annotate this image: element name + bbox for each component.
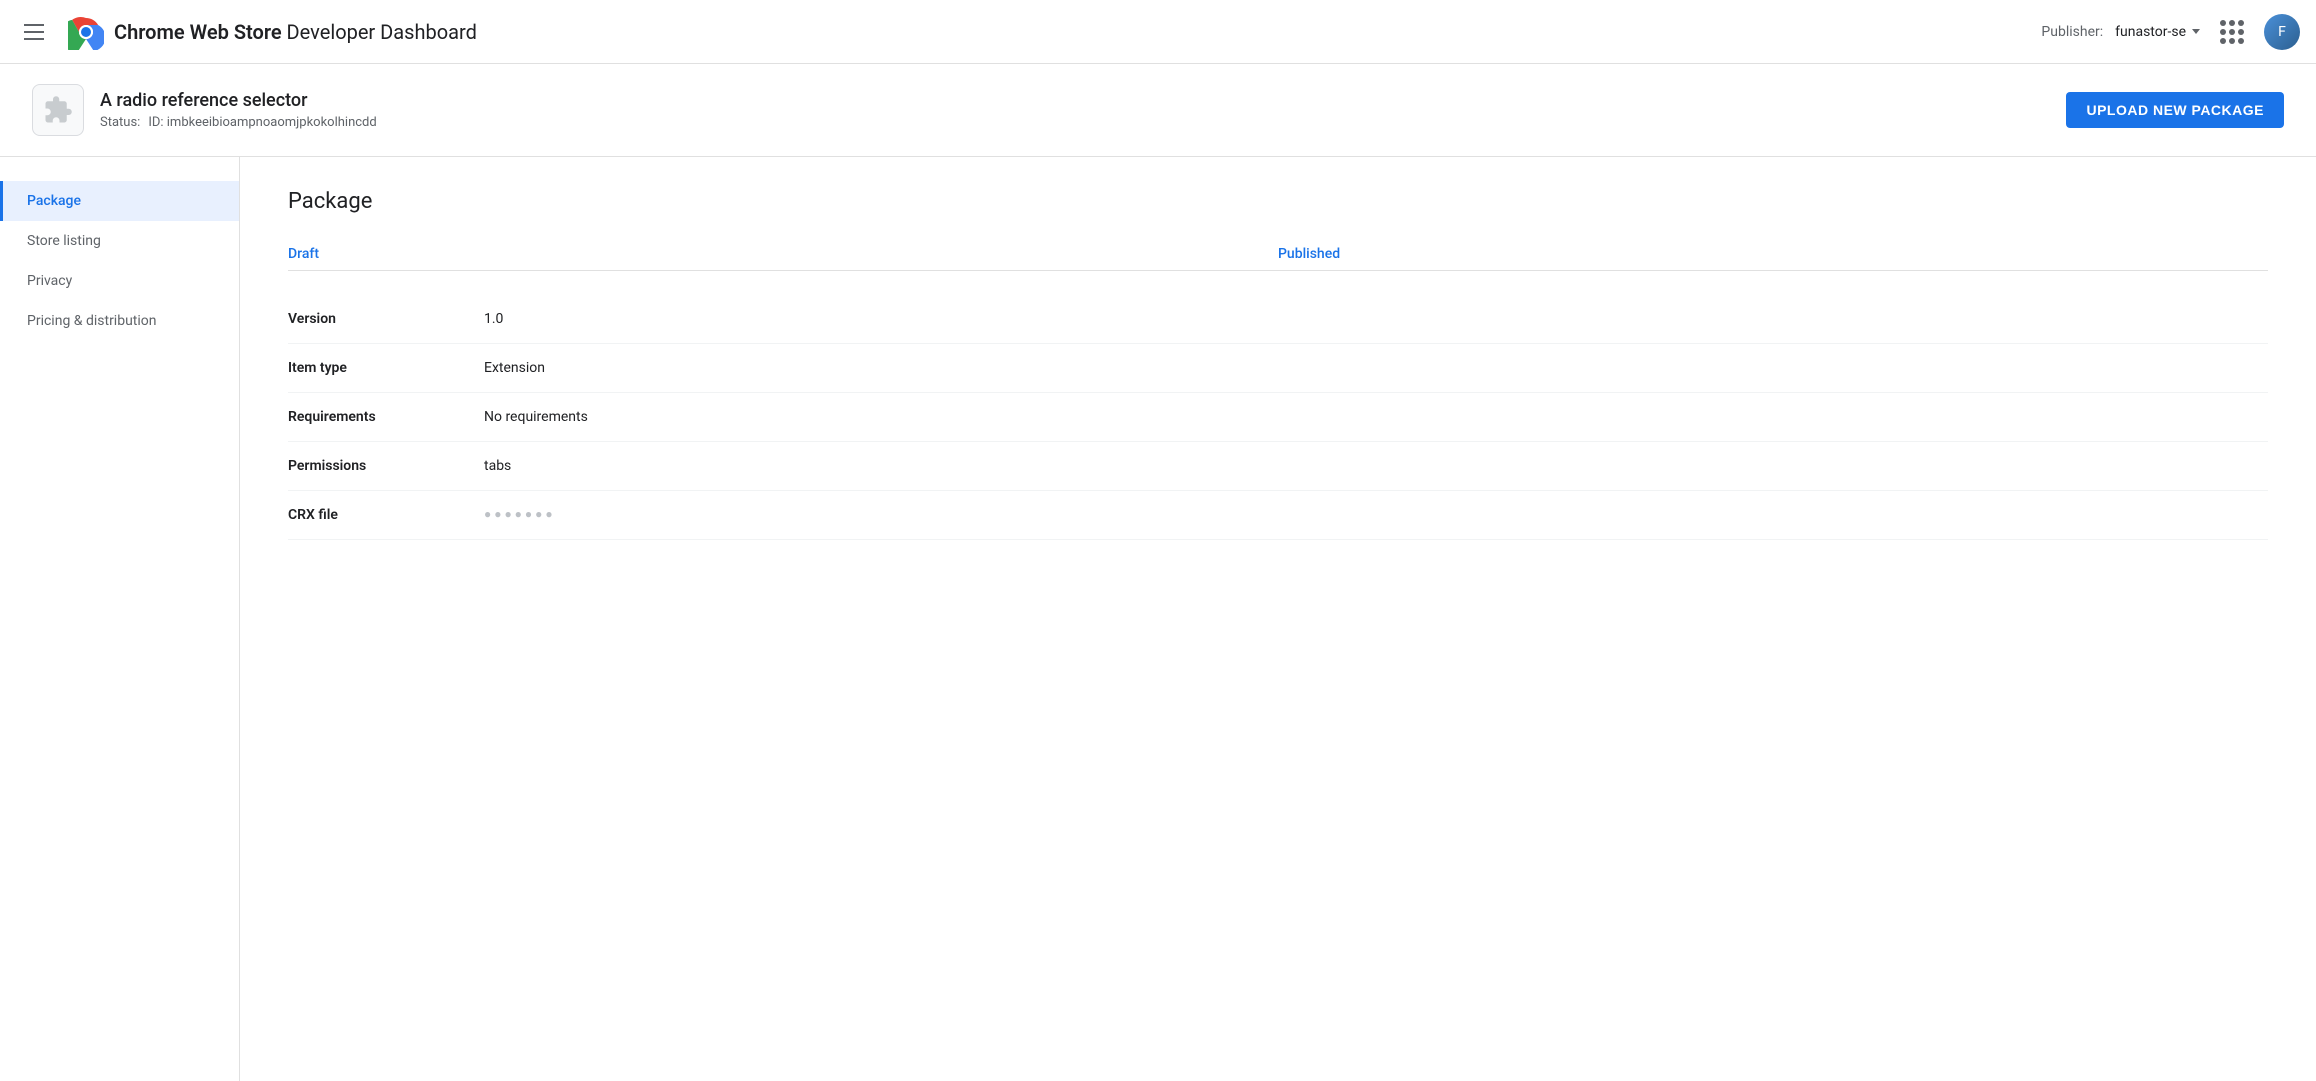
permissions-row: Permissions tabs bbox=[288, 442, 2268, 491]
sidebar-item-store-listing[interactable]: Store listing bbox=[0, 221, 239, 261]
status-label: Status: bbox=[100, 115, 140, 130]
requirements-row: Requirements No requirements bbox=[288, 393, 2268, 442]
draft-column-header: Draft bbox=[288, 246, 1278, 262]
requirements-value: No requirements bbox=[484, 409, 2268, 425]
main-layout: Package Store listing Privacy Pricing & … bbox=[0, 157, 2316, 1081]
sidebar: Package Store listing Privacy Pricing & … bbox=[0, 157, 240, 1081]
nav-right: Publisher: funastor-se F bbox=[2041, 12, 2300, 52]
sidebar-item-privacy[interactable]: Privacy bbox=[0, 261, 239, 301]
item-type-row: Item type Extension bbox=[288, 344, 2268, 393]
published-column-header: Published bbox=[1278, 246, 2268, 262]
puzzle-piece-icon bbox=[43, 95, 73, 125]
app-header-info: A radio reference selector Status: ID: i… bbox=[32, 84, 377, 136]
requirements-label: Requirements bbox=[288, 409, 468, 425]
top-navigation: Chrome Web Store Developer Dashboard Pub… bbox=[0, 0, 2316, 64]
google-apps-icon[interactable] bbox=[2212, 12, 2252, 52]
logo-container: Chrome Web Store Developer Dashboard bbox=[68, 14, 477, 50]
extension-icon bbox=[32, 84, 84, 136]
columns-header: Draft Published bbox=[288, 246, 2268, 271]
app-title: Chrome Web Store Developer Dashboard bbox=[114, 20, 477, 44]
content-title: Package bbox=[288, 189, 2268, 214]
permissions-value: tabs bbox=[484, 458, 2268, 474]
publisher-label: Publisher: bbox=[2041, 24, 2103, 40]
hamburger-menu-icon[interactable] bbox=[16, 16, 52, 48]
extension-name: A radio reference selector bbox=[100, 90, 377, 111]
status-line: Status: ID: imbkeeibioampnoaomjpkokolhin… bbox=[100, 115, 377, 130]
publisher-selector[interactable]: funastor-se bbox=[2115, 24, 2200, 40]
crx-file-label: CRX file bbox=[288, 507, 468, 523]
item-type-label: Item type bbox=[288, 360, 468, 376]
app-header: A radio reference selector Status: ID: i… bbox=[0, 64, 2316, 157]
nav-left: Chrome Web Store Developer Dashboard bbox=[16, 14, 2041, 50]
chrome-logo-icon bbox=[68, 14, 104, 50]
version-label: Version bbox=[288, 311, 468, 327]
crx-file-value: ● ● ● ● ● ● ● bbox=[484, 507, 2268, 523]
item-type-value: Extension bbox=[484, 360, 2268, 376]
app-info: A radio reference selector Status: ID: i… bbox=[100, 90, 377, 130]
sidebar-item-pricing-distribution[interactable]: Pricing & distribution bbox=[0, 301, 239, 341]
sidebar-item-package[interactable]: Package bbox=[0, 181, 239, 221]
crx-file-row: CRX file ● ● ● ● ● ● ● bbox=[288, 491, 2268, 540]
upload-new-package-button[interactable]: UPLOAD NEW PACKAGE bbox=[2066, 92, 2284, 128]
extension-id: ID: imbkeeibioampnoaomjpkokolhincdd bbox=[148, 115, 376, 130]
version-value: 1.0 bbox=[484, 311, 2268, 327]
version-row: Version 1.0 bbox=[288, 295, 2268, 344]
content-area: Package Draft Published Version 1.0 Item… bbox=[240, 157, 2316, 1081]
avatar[interactable]: F bbox=[2264, 14, 2300, 50]
permissions-label: Permissions bbox=[288, 458, 468, 474]
publisher-dropdown-icon bbox=[2192, 29, 2200, 34]
